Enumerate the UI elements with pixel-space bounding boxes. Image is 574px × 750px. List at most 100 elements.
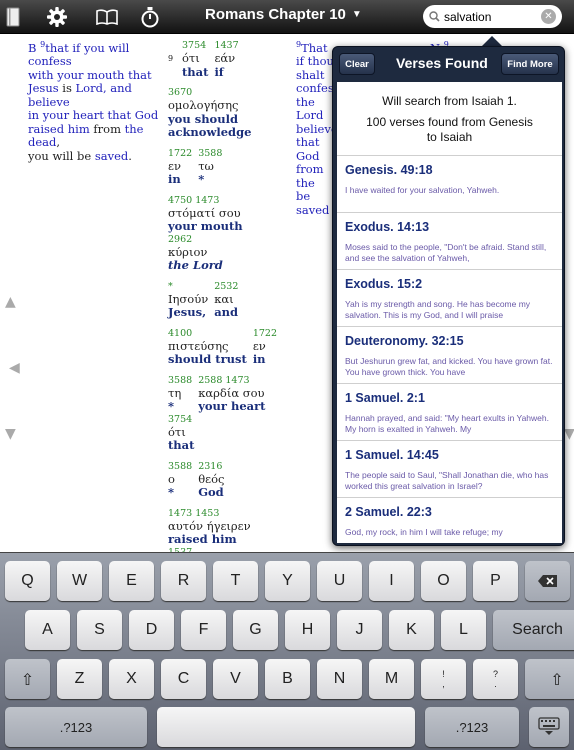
verse-text-segment[interactable]: Jesus [28,81,59,96]
key-b[interactable]: B [265,659,310,699]
verse-text-segment[interactable]: that if you will [45,41,129,55]
backspace-key[interactable] [525,561,570,601]
strongs-number[interactable]: 2532 [214,281,238,293]
scroll-up-arrow-icon[interactable]: ▲ [5,294,16,310]
key-a[interactable]: A [25,610,70,650]
numbers-key-right[interactable]: .?123 [425,707,519,747]
interlinear-word[interactable]: 3754 ότι that [182,40,208,79]
result-row[interactable]: Deuteronomy. 32:15 But Jeshurun grew fat,… [337,327,562,384]
search-input[interactable] [444,9,541,24]
result-row[interactable]: Exodus. 14:13 Moses said to the people, "… [337,213,562,270]
gear-icon[interactable] [44,4,70,30]
clear-button[interactable]: Clear [339,53,375,75]
key-y[interactable]: Y [265,561,310,601]
key-v[interactable]: V [213,659,258,699]
strongs-number[interactable]: 3754 [168,414,194,426]
search-key[interactable]: Search [493,610,574,650]
strongs-number[interactable]: 4750 1473 [168,195,243,207]
key-exclamation-comma[interactable]: !, [421,659,466,699]
english-gloss: God [198,485,224,499]
interlinear-word[interactable]: 1722 εν in [253,328,277,367]
open-book-icon[interactable] [94,4,120,30]
key-d[interactable]: D [129,610,174,650]
interlinear-word[interactable]: 4100 πιστεύσης should trust [168,328,247,367]
numbers-key-left[interactable]: .?123 [5,707,147,747]
strongs-number[interactable]: 1722 [168,148,192,160]
strongs-number[interactable]: 1473 1453 [168,508,251,520]
interlinear-word[interactable]: 1722 εν in [168,148,192,187]
clear-search-icon[interactable]: ✕ [541,9,556,24]
key-l[interactable]: L [441,610,486,650]
stopwatch-icon[interactable] [138,4,162,30]
key-f[interactable]: F [181,610,226,650]
search-field[interactable]: ✕ [423,5,562,28]
shift-key-right[interactable]: ⇧ [525,659,574,699]
interlinear-word[interactable]: 1473 1453 αυτόν ήγειρεν raised him [168,508,251,547]
previous-arrow-icon[interactable]: ◀ [9,360,20,376]
key-x[interactable]: X [109,659,154,699]
result-row[interactable]: 1 Samuel. 14:45 The people said to Saul, … [337,441,562,498]
shift-key-left[interactable]: ⇧ [5,659,50,699]
results-list[interactable]: Will search from Isaiah 1. 100 verses fo… [337,82,562,543]
reference-marker[interactable]: B [28,41,36,55]
space-bar[interactable] [157,707,415,747]
interlinear-word[interactable]: 4750 1473 στόματί σου your mouth [168,195,243,234]
book-icon[interactable] [4,4,22,30]
result-row[interactable]: 2 Samuel. 22:3 God, my rock, in him I wil… [337,498,562,543]
interlinear-word[interactable]: 3588 τω * [198,148,222,187]
key-z[interactable]: Z [57,659,102,699]
verse-text-segment[interactable]: Lord [76,81,103,96]
verse-text-segment[interactable]: saved [95,149,128,163]
interlinear-word[interactable]: 3670 ομολογήσης you should acknowledge [168,87,251,140]
scroll-down-arrow-right-icon[interactable]: ▼ [564,426,574,442]
key-question-period[interactable]: ?. [473,659,518,699]
interlinear-row: 3588 ο * 2316 θεός God [168,461,290,500]
key-h[interactable]: H [285,610,330,650]
strongs-number[interactable]: * [168,281,208,293]
interlinear-word[interactable]: 2532 και and [214,281,238,320]
find-more-button[interactable]: Find More [501,53,559,75]
key-s[interactable]: S [77,610,122,650]
result-row[interactable]: Genesis. 49:18 I have waited for your sal… [337,156,562,213]
key-c[interactable]: C [161,659,206,699]
key-t[interactable]: T [213,561,258,601]
key-o[interactable]: O [421,561,466,601]
strongs-number[interactable]: 1722 [253,328,277,340]
scroll-down-arrow-icon[interactable]: ▼ [5,426,16,442]
key-g[interactable]: G [233,610,278,650]
result-row[interactable]: 1 Samuel. 2:1 Hannah prayed, and said: "M… [337,384,562,441]
interlinear-word[interactable]: 2962 κύριον the Lord [168,234,223,273]
interlinear-word[interactable]: 2316 θεός God [198,461,224,500]
key-k[interactable]: K [389,610,434,650]
key-q[interactable]: Q [5,561,50,601]
key-u[interactable]: U [317,561,362,601]
chapter-title[interactable]: Romans Chapter 10 ▼ [205,6,380,23]
hide-keyboard-key[interactable] [529,707,569,747]
interlinear-word[interactable]: 1437 εάν if [214,40,238,79]
interlinear-word[interactable]: 2588 1473 καρδία σου your heart [198,375,265,414]
key-r[interactable]: R [161,561,206,601]
verse-text-segment[interactable]: confess [28,54,72,69]
strongs-number[interactable]: 3588 [168,461,192,473]
result-row[interactable]: Exodus. 15:2 Yah is my strength and song.… [337,270,562,327]
strongs-number[interactable]: 3588 [168,375,192,387]
key-m[interactable]: M [369,659,414,699]
strongs-number[interactable]: 2962 [168,234,223,246]
interlinear-word[interactable]: 3588 ο * [168,461,192,500]
key-n[interactable]: N [317,659,362,699]
key-p[interactable]: P [473,561,518,601]
interlinear-word[interactable]: 3754 ότι that [168,414,194,453]
verse-text-segment[interactable]: raised him [28,122,90,136]
key-j[interactable]: J [337,610,382,650]
verse-text-segment[interactable]: in your heart that God [28,108,158,123]
verse-text-segment[interactable]: with your mouth that [28,68,152,82]
key-e[interactable]: E [109,561,154,601]
interlinear-word[interactable]: * Ιησούν Jesus, [168,281,208,320]
key-w[interactable]: W [57,561,102,601]
strongs-number[interactable]: 2316 [198,461,224,473]
strongs-number[interactable]: 3588 [198,148,222,160]
key-i[interactable]: I [369,561,414,601]
strongs-number[interactable]: 4100 [168,328,247,340]
interlinear-word[interactable]: 3588 τη * [168,375,192,414]
strongs-number[interactable]: 2588 1473 [198,375,265,387]
